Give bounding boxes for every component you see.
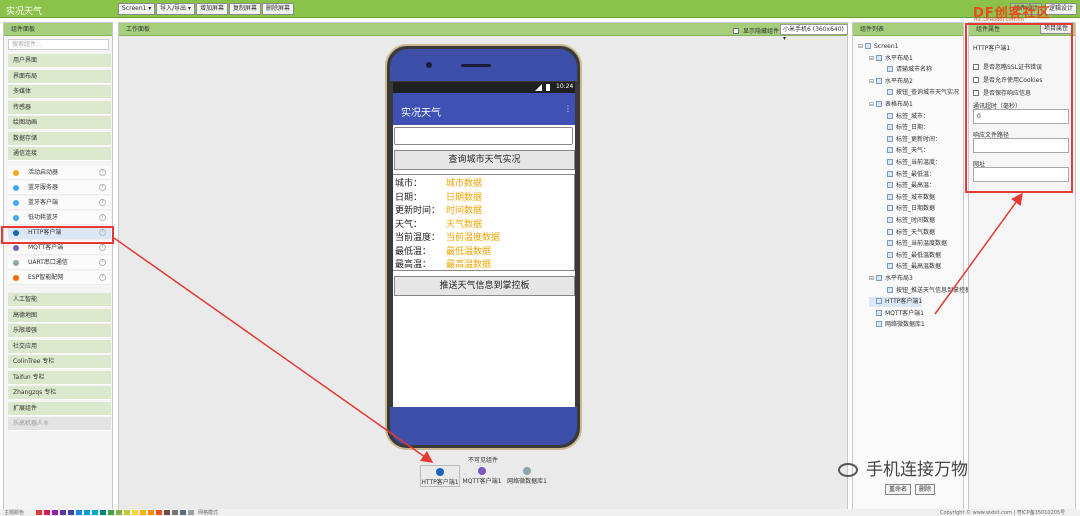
theme-swatch[interactable] [164,510,170,515]
theme-label: 主题颜色 [4,510,25,516]
theme-swatch[interactable] [132,510,138,515]
theme-swatch[interactable] [124,510,130,515]
theme-swatch[interactable] [148,510,154,515]
theme-swatch[interactable] [76,510,82,515]
theme-swatch[interactable] [44,510,50,515]
arrows-overlay [113,192,1023,463]
theme-swatch[interactable] [156,510,162,515]
watermark: 手机连接万物 [838,455,968,480]
theme-swatch[interactable] [60,510,66,515]
footer: 主题颜色 网格模式 Copyright © www.wxbit.com | 粤I… [0,509,1080,516]
watermark-text: 手机连接万物 [866,460,968,480]
theme-swatch[interactable] [116,510,122,515]
arrow-to-nonvisible [113,237,434,463]
arrow-to-properties [934,192,1023,315]
theme-swatch[interactable] [36,510,42,515]
theme-swatch[interactable] [180,510,186,515]
wechat-icon [838,463,858,477]
copyright: Copyright © www.wxbit.com | 粤ICP备1501020… [940,510,1066,516]
theme-swatch[interactable] [92,510,98,515]
grid-mode-label: 网格模式 [198,510,219,516]
theme-swatch[interactable] [68,510,74,515]
theme-swatch[interactable] [100,510,106,515]
theme-swatch[interactable] [52,510,58,515]
theme-swatch[interactable] [84,510,90,515]
theme-swatch[interactable] [172,510,178,515]
theme-swatch[interactable] [108,510,114,515]
theme-swatch[interactable] [188,510,194,515]
theme-swatch[interactable] [140,510,146,515]
